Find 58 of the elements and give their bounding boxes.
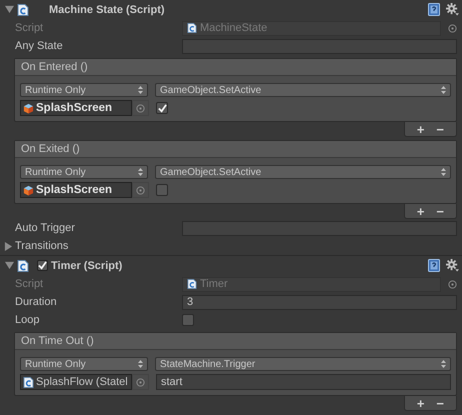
function-dropdown[interactable]: GameObject.SetActive [155,165,451,179]
mode-dropdown[interactable]: Runtime Only [20,165,148,179]
updown-arrows-icon [138,360,143,368]
checkbox[interactable] [156,102,168,114]
expanded-arrow-icon[interactable] [5,261,14,270]
cube-icon [23,184,34,196]
collapsed-arrow-icon[interactable] [4,242,13,250]
field-label: Duration [15,296,58,308]
checkbox[interactable] [182,314,194,326]
field-label: Auto Trigger [15,222,76,234]
updown-arrows-icon [441,360,446,368]
add-button[interactable]: + [410,396,430,410]
field-label: Any State [15,40,64,52]
object-picker-icon[interactable] [136,186,145,194]
object-picker-icon[interactable] [448,24,457,32]
foldout-label[interactable]: Transitions [15,240,68,252]
help-book-icon[interactable] [428,3,440,16]
function-dropdown[interactable]: GameObject.SetActive [155,83,451,97]
checkbox[interactable] [156,184,168,196]
object-picker-icon[interactable] [448,280,457,288]
object-picker-icon[interactable] [136,378,145,386]
event-header: On Time Out () [15,333,456,350]
remove-button[interactable]: − [430,396,450,410]
updown-arrows-icon [138,86,143,94]
component-title: Timer (Script) [51,260,122,272]
input-field[interactable]: start [156,374,451,390]
field-label: Script [15,22,44,34]
add-button[interactable]: + [410,204,430,218]
input-field[interactable]: 3 [182,294,457,310]
help-book-icon[interactable] [428,259,440,272]
script-icon [17,260,29,272]
object-picker-icon[interactable] [136,104,145,112]
script-icon [187,23,197,33]
enabled-checkbox[interactable] [37,260,48,271]
function-dropdown[interactable]: StateMachine.Trigger [155,357,451,371]
updown-arrows-icon [138,168,143,176]
script-icon [23,376,34,388]
field-label: Loop [15,314,40,326]
updown-arrows-icon [441,168,446,176]
object-field[interactable]: SplashScreen [20,182,132,198]
object-field[interactable]: SplashScreen [20,100,132,116]
settings-icon[interactable] [446,3,459,16]
event-header: On Exited () [15,141,456,158]
script-icon [187,279,197,289]
updown-arrows-icon [441,86,446,94]
event-header: On Entered () [15,59,456,76]
mode-dropdown[interactable]: Runtime Only [20,83,148,97]
expanded-arrow-icon[interactable] [5,5,14,14]
mode-dropdown[interactable]: Runtime Only [20,357,148,371]
component-title: Machine State (Script) [49,4,165,16]
add-button[interactable]: + [410,122,430,136]
script-icon [17,4,29,16]
remove-button[interactable]: − [430,204,450,218]
settings-icon[interactable] [446,259,459,272]
field-label: Script [15,278,44,290]
remove-button[interactable]: − [430,122,450,136]
object-field[interactable]: SplashFlow (Statel [20,374,132,390]
cube-icon [23,102,34,114]
